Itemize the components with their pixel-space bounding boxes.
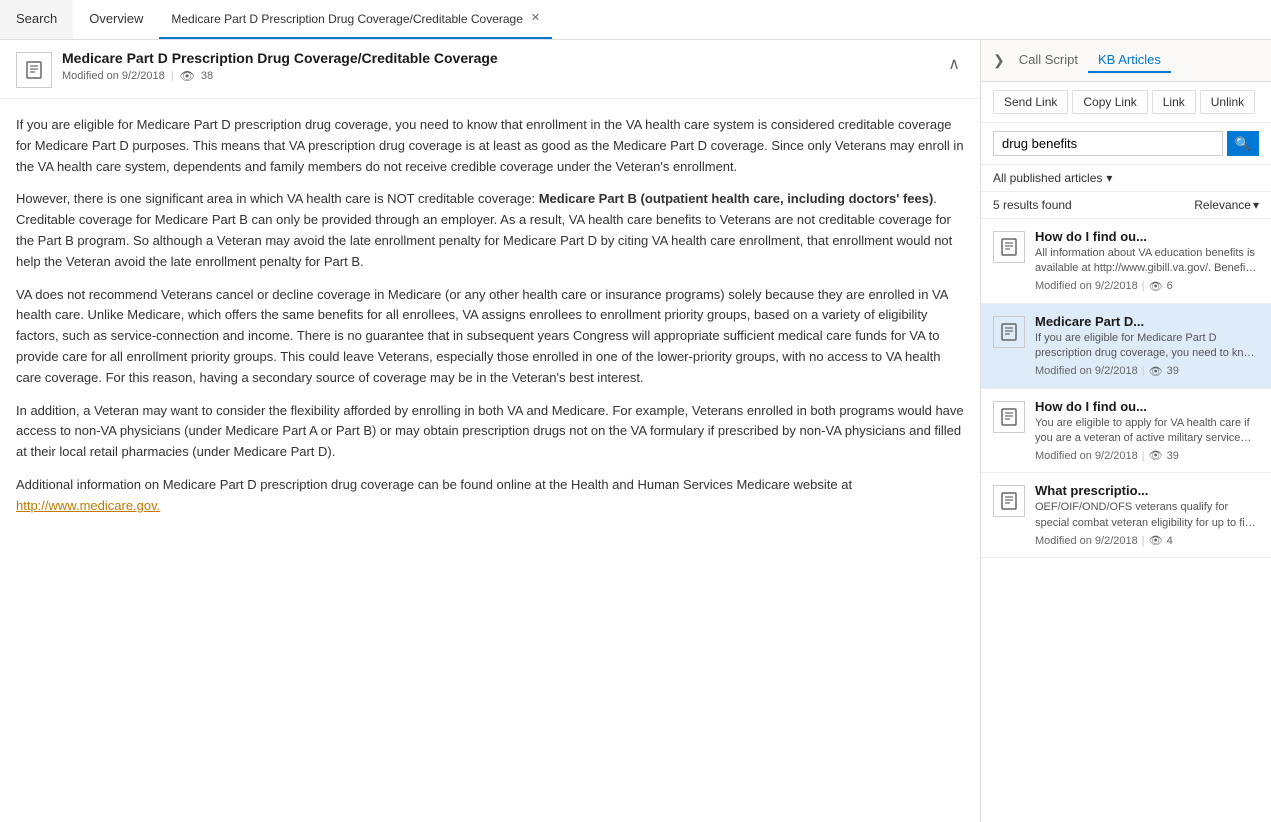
kb-item-content-2: How do I find ou... You are eligible to … bbox=[1035, 399, 1259, 463]
kb-item-meta-1: Modified on 9/2/2018 | 👁 39 bbox=[1035, 365, 1259, 378]
panel-tabs: Call Script KB Articles bbox=[1009, 48, 1171, 73]
article-icon bbox=[16, 52, 52, 88]
article-para-1: If you are eligible for Medicare Part D … bbox=[16, 115, 964, 177]
article-area: Medicare Part D Prescription Drug Covera… bbox=[0, 40, 981, 822]
kb-item-meta-3: Modified on 9/2/2018 | 👁 4 bbox=[1035, 534, 1259, 547]
article-views: 38 bbox=[201, 70, 213, 82]
search-icon: 🔍 bbox=[1235, 136, 1251, 151]
top-navigation: Search Overview Medicare Part D Prescrip… bbox=[0, 0, 1271, 40]
nav-article-tab[interactable]: Medicare Part D Prescription Drug Covera… bbox=[159, 0, 552, 39]
kb-item-icon-1 bbox=[993, 316, 1025, 348]
article-para-4: In addition, a Veteran may want to consi… bbox=[16, 401, 964, 463]
article-title: Medicare Part D Prescription Drug Covera… bbox=[62, 50, 498, 66]
send-link-button[interactable]: Send Link bbox=[993, 90, 1068, 114]
eye-icon: 👁 bbox=[1149, 280, 1163, 293]
main-container: Medicare Part D Prescription Drug Covera… bbox=[0, 40, 1271, 822]
kb-item-title-1: Medicare Part D... bbox=[1035, 314, 1259, 329]
search-row: 🔍 bbox=[981, 123, 1271, 165]
article-title-block: Medicare Part D Prescription Drug Covera… bbox=[62, 50, 498, 83]
bold-phrase: Medicare Part B (outpatient health care,… bbox=[539, 191, 934, 206]
filter-dropdown[interactable]: ▾ bbox=[1106, 171, 1112, 185]
article-tab-label: Medicare Part D Prescription Drug Covera… bbox=[171, 12, 523, 26]
right-panel: ❯ Call Script KB Articles Send Link Copy… bbox=[981, 40, 1271, 822]
kb-item-content-1: Medicare Part D... If you are eligible f… bbox=[1035, 314, 1259, 378]
nav-overview[interactable]: Overview bbox=[73, 0, 159, 39]
article-body: If you are eligible for Medicare Part D … bbox=[0, 99, 980, 545]
results-row: 5 results found Relevance ▾ bbox=[981, 192, 1271, 219]
copy-link-button[interactable]: Copy Link bbox=[1072, 90, 1147, 114]
kb-item-meta-0: Modified on 9/2/2018 | 👁 6 bbox=[1035, 280, 1259, 293]
filter-label: All published articles bbox=[993, 171, 1102, 185]
sort-icon: ▾ bbox=[1253, 198, 1259, 212]
kb-results-list: How do I find ou... All information abou… bbox=[981, 219, 1271, 822]
tab-call-script[interactable]: Call Script bbox=[1009, 48, 1088, 73]
kb-item-desc-3: OEF/OIF/OND/OFS veterans qualify for spe… bbox=[1035, 500, 1259, 531]
kb-item-title-0: How do I find ou... bbox=[1035, 229, 1259, 244]
search-input[interactable] bbox=[993, 131, 1223, 156]
kb-item-icon-3 bbox=[993, 485, 1025, 517]
kb-item-desc-1: If you are eligible for Medicare Part D … bbox=[1035, 331, 1259, 362]
article-para-5: Additional information on Medicare Part … bbox=[16, 475, 964, 517]
eye-icon: 👁 bbox=[180, 69, 195, 83]
results-count: 5 results found bbox=[993, 198, 1072, 212]
kb-item-desc-2: You are eligible to apply for VA health … bbox=[1035, 416, 1259, 447]
nav-search[interactable]: Search bbox=[0, 0, 73, 39]
article-para-2: However, there is one significant area i… bbox=[16, 189, 964, 272]
article-para-3: VA does not recommend Veterans cancel or… bbox=[16, 285, 964, 389]
kb-item-content-3: What prescriptio... OEF/OIF/OND/OFS vete… bbox=[1035, 483, 1259, 547]
kb-list-item[interactable]: What prescriptio... OEF/OIF/OND/OFS vete… bbox=[981, 473, 1271, 558]
kb-list-item[interactable]: How do I find ou... You are eligible to … bbox=[981, 389, 1271, 474]
kb-list-item[interactable]: How do I find ou... All information abou… bbox=[981, 219, 1271, 304]
kb-item-icon-0 bbox=[993, 231, 1025, 263]
collapse-button[interactable]: ∧ bbox=[944, 50, 964, 78]
relevance-sort[interactable]: Relevance ▾ bbox=[1194, 198, 1259, 212]
kb-item-content-0: How do I find ou... All information abou… bbox=[1035, 229, 1259, 293]
tab-kb-articles[interactable]: KB Articles bbox=[1088, 48, 1171, 73]
kb-item-icon-2 bbox=[993, 401, 1025, 433]
kb-item-title-2: How do I find ou... bbox=[1035, 399, 1259, 414]
close-tab-icon[interactable]: ✕ bbox=[531, 13, 540, 24]
eye-icon: 👁 bbox=[1149, 449, 1163, 462]
sort-label: Relevance bbox=[1194, 198, 1251, 212]
kb-item-title-3: What prescriptio... bbox=[1035, 483, 1259, 498]
article-header-left: Medicare Part D Prescription Drug Covera… bbox=[16, 50, 498, 88]
kb-list-item[interactable]: Medicare Part D... If you are eligible f… bbox=[981, 304, 1271, 389]
article-modified: Modified on 9/2/2018 bbox=[62, 70, 165, 82]
link-button[interactable]: Link bbox=[1152, 90, 1196, 114]
article-header: Medicare Part D Prescription Drug Covera… bbox=[0, 40, 980, 99]
kb-item-meta-2: Modified on 9/2/2018 | 👁 39 bbox=[1035, 449, 1259, 462]
search-button[interactable]: 🔍 bbox=[1227, 131, 1259, 156]
filter-row: All published articles ▾ bbox=[981, 165, 1271, 192]
action-buttons-row: Send Link Copy Link Link Unlink bbox=[981, 82, 1271, 123]
article-meta: Modified on 9/2/2018 | 👁 38 bbox=[62, 69, 498, 83]
eye-icon: 👁 bbox=[1149, 534, 1163, 547]
panel-expand-icon[interactable]: ❯ bbox=[993, 52, 1005, 69]
medicare-link[interactable]: http://www.medicare.gov. bbox=[16, 498, 160, 513]
kb-item-desc-0: All information about VA education benef… bbox=[1035, 246, 1259, 277]
panel-header: ❯ Call Script KB Articles bbox=[981, 40, 1271, 82]
eye-icon: 👁 bbox=[1149, 365, 1163, 378]
unlink-button[interactable]: Unlink bbox=[1200, 90, 1255, 114]
